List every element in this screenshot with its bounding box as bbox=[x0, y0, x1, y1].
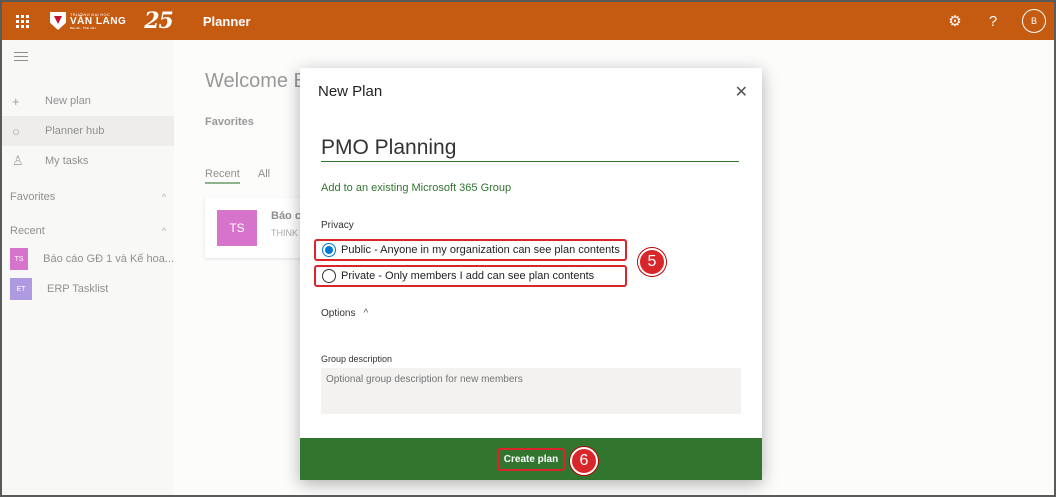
avatar[interactable]: B bbox=[1022, 9, 1046, 33]
public-option[interactable]: Public - Anyone in my organization can s… bbox=[314, 239, 627, 261]
step-marker-6: 6 bbox=[570, 447, 598, 475]
chevron-up-icon: ^ bbox=[363, 308, 369, 319]
anniversary-logo: 25 bbox=[144, 8, 174, 34]
close-icon[interactable]: ✕ bbox=[735, 82, 748, 102]
options-label: Options bbox=[321, 308, 356, 319]
group-description-input[interactable] bbox=[321, 368, 741, 414]
dialog-footer: Create plan bbox=[300, 438, 762, 480]
shield-icon bbox=[50, 12, 66, 30]
step-marker-5: 5 bbox=[638, 248, 666, 276]
add-to-group-link[interactable]: Add to an existing Microsoft 365 Group bbox=[321, 182, 511, 194]
plan-name-input[interactable] bbox=[321, 134, 739, 162]
gear-icon[interactable]: ⚙ bbox=[946, 12, 964, 30]
public-option-label: Public - Anyone in my organization can s… bbox=[341, 244, 620, 256]
app-window: TRƯỜNG ĐẠI HỌC VĂN LANG Bảo tồn · Phát t… bbox=[0, 0, 1056, 497]
logo-tagline: Bảo tồn · Phát triển bbox=[70, 25, 96, 30]
privacy-label: Privacy bbox=[321, 220, 354, 231]
private-option-label: Private - Only members I add can see pla… bbox=[341, 270, 595, 282]
top-bar: TRƯỜNG ĐẠI HỌC VĂN LANG Bảo tồn · Phát t… bbox=[2, 2, 1054, 40]
dialog-title: New Plan bbox=[318, 83, 383, 100]
group-description-label: Group description bbox=[321, 354, 393, 364]
university-logo[interactable]: TRƯỜNG ĐẠI HỌC VĂN LANG Bảo tồn · Phát t… bbox=[50, 6, 174, 36]
help-icon[interactable]: ? bbox=[984, 13, 1002, 30]
create-plan-button[interactable]: Create plan bbox=[496, 447, 566, 471]
options-toggle[interactable]: Options ^ bbox=[321, 308, 368, 319]
app-launcher-icon[interactable] bbox=[4, 2, 40, 40]
private-option[interactable]: Private - Only members I add can see pla… bbox=[314, 265, 627, 287]
public-radio[interactable] bbox=[322, 243, 336, 257]
logo-name: VĂN LANG bbox=[70, 15, 127, 27]
new-plan-dialog: New Plan ✕ Add to an existing Microsoft … bbox=[300, 68, 762, 480]
private-radio[interactable] bbox=[322, 269, 336, 283]
app-title[interactable]: Planner bbox=[203, 14, 251, 29]
